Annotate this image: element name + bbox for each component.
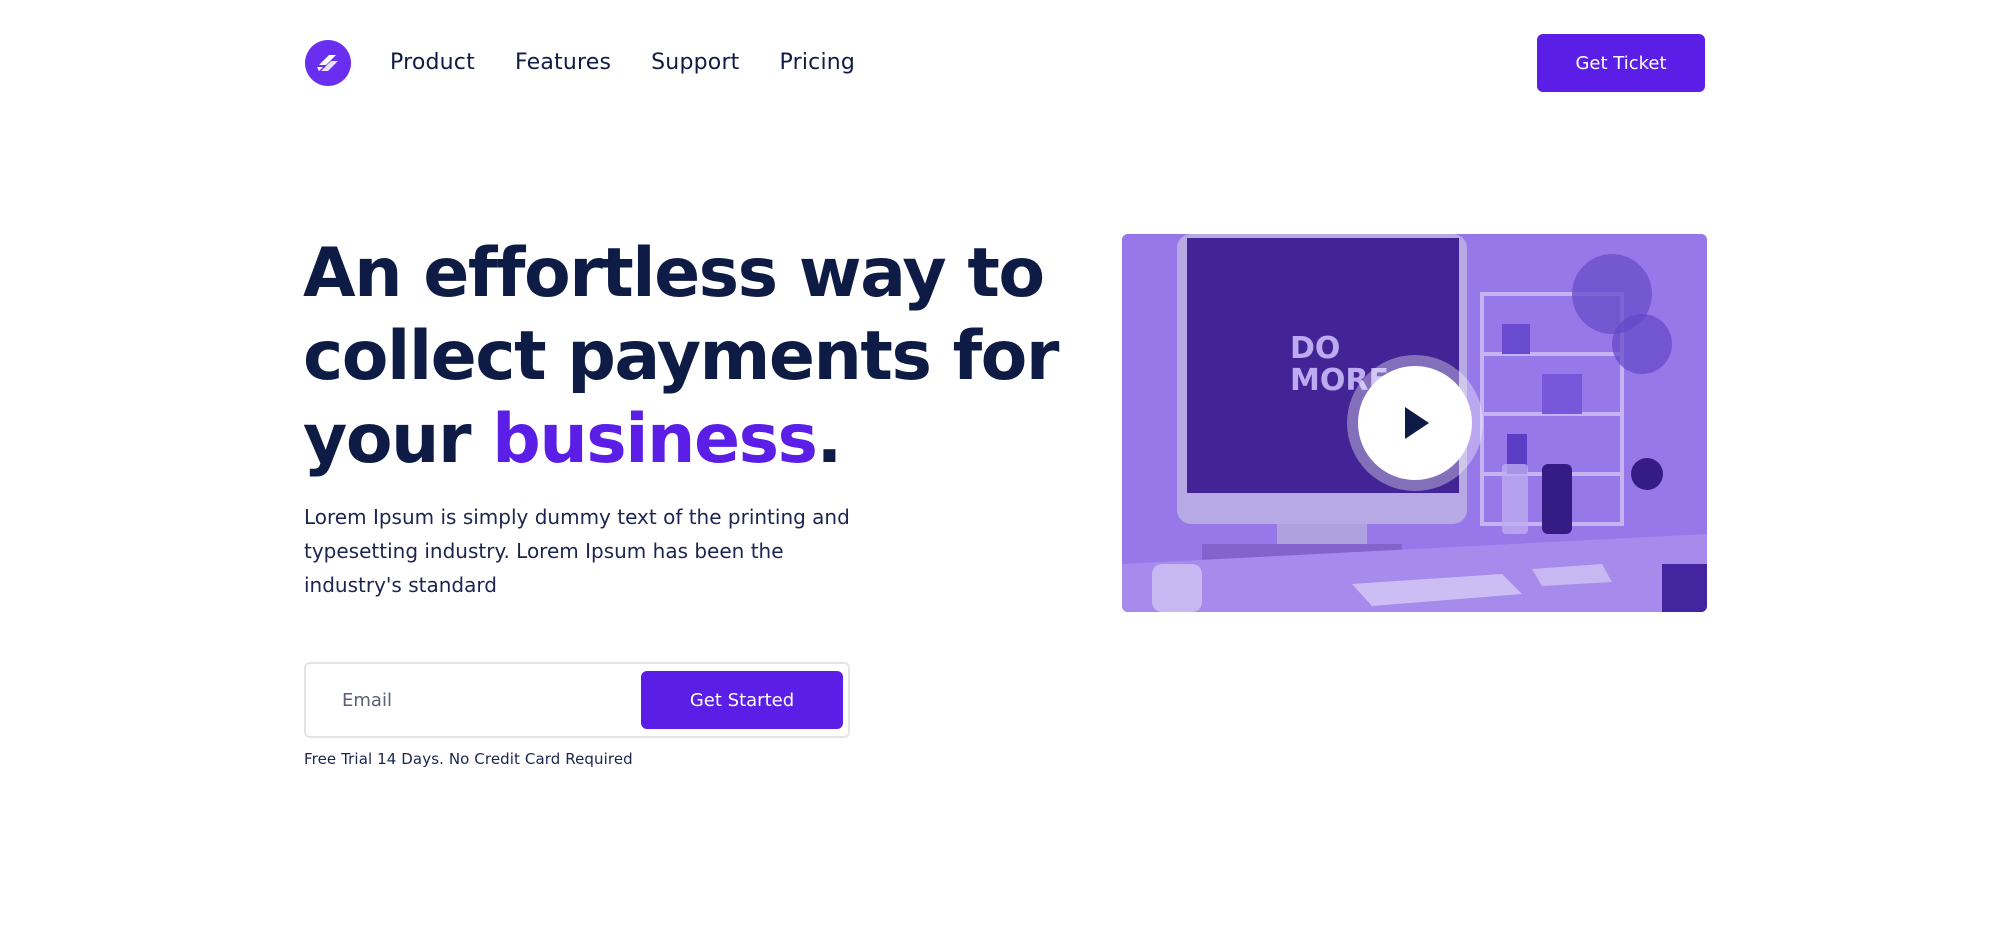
site-header: Product Features Support Pricing Get Tic…: [0, 0, 2000, 125]
play-button-ring[interactable]: [1347, 355, 1483, 491]
hero-title-period: .: [816, 400, 843, 479]
get-started-button[interactable]: Get Started: [641, 671, 843, 729]
nav-features[interactable]: Features: [515, 46, 611, 80]
video-thumbnail[interactable]: DO MORE: [1122, 234, 1707, 612]
hero-title-accent: business: [492, 400, 818, 479]
hero-description: Lorem Ipsum is simply dummy text of the …: [304, 505, 850, 597]
trial-note: Free Trial 14 Days. No Credit Card Requi…: [304, 750, 633, 768]
hero-title-line1: An effortless way to: [303, 234, 1045, 313]
nav-pricing[interactable]: Pricing: [780, 46, 856, 80]
logo-icon[interactable]: [305, 40, 351, 86]
main-nav: Product Features Support Pricing: [390, 46, 855, 80]
hero-title-line2: collect payments for: [303, 317, 1059, 396]
hero-title-line3: your: [303, 400, 493, 479]
get-ticket-button[interactable]: Get Ticket: [1537, 34, 1705, 92]
signup-form: Get Started: [304, 662, 850, 738]
hero-title: An effortless way to collect payments fo…: [303, 232, 1083, 481]
nav-product[interactable]: Product: [390, 46, 475, 80]
email-input[interactable]: [328, 678, 618, 722]
play-button[interactable]: [1358, 366, 1472, 480]
play-icon: [1405, 407, 1429, 439]
nav-support[interactable]: Support: [651, 46, 739, 80]
